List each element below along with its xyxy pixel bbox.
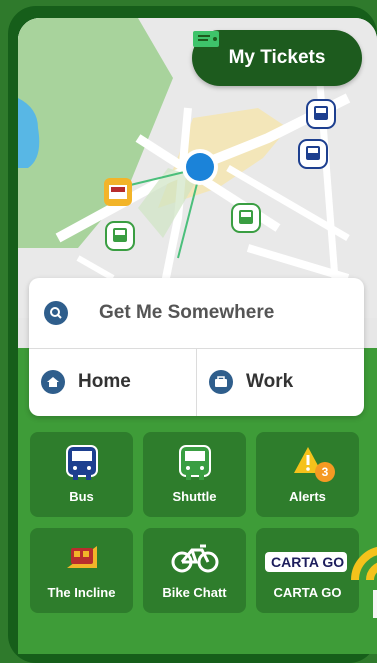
incline-icon [66, 546, 97, 568]
current-location-marker [182, 149, 218, 185]
shuttle-stop-marker[interactable] [230, 202, 262, 234]
bike-chatt-tile[interactable]: Bike Chatt [143, 528, 246, 613]
carta-go-tile-label: CARTA GO [273, 585, 342, 600]
search-icon [44, 301, 68, 325]
work-label: Work [246, 371, 294, 392]
shuttle-tile[interactable]: Shuttle [143, 432, 246, 517]
alerts-tile-label: Alerts [289, 489, 326, 504]
alerts-count-badge: 3 [315, 462, 335, 482]
my-tickets-button[interactable]: My Tickets [192, 30, 362, 86]
get-me-somewhere-button[interactable]: Get Me Somewhere [29, 278, 364, 349]
bus-icon [65, 445, 98, 480]
shuttle-tile-label: Shuttle [172, 489, 217, 504]
home-label: Home [78, 371, 131, 392]
bus-stop-marker[interactable] [305, 98, 337, 130]
alerts-tile[interactable]: 3 Alerts [256, 432, 359, 517]
home-shortcut-button[interactable]: Home [29, 348, 197, 416]
shuttle-icon [178, 445, 211, 480]
work-shortcut-button[interactable]: Work [197, 348, 364, 416]
briefcase-icon [209, 370, 233, 394]
get-me-somewhere-label: Get Me Somewhere [99, 302, 275, 323]
trip-planner-card: Get Me Somewhere Home Work [29, 278, 364, 416]
wifi-icon [351, 547, 377, 618]
bike-chatt-tile-label: Bike Chatt [162, 585, 227, 600]
incline-tile-label: The Incline [47, 585, 116, 600]
svg-text:CARTA GO: CARTA GO [271, 554, 344, 570]
app-screen: My Tickets Get Me Somewhere Home Work Bu… [18, 18, 377, 654]
carta-go-tile[interactable]: CARTA GO CARTA GO [256, 528, 359, 613]
bus-tile[interactable]: Bus [30, 432, 133, 517]
bike-icon [171, 544, 218, 573]
my-tickets-label: My Tickets [228, 47, 326, 68]
shuttle-stop-marker[interactable] [104, 220, 136, 252]
map-view[interactable]: My Tickets [18, 18, 377, 318]
carta-go-logo: CARTA GO [265, 552, 347, 572]
home-icon [41, 370, 65, 394]
bus-stop-marker[interactable] [297, 138, 329, 170]
ticket-icon [193, 31, 219, 47]
bus-tile-label: Bus [69, 489, 94, 504]
incline-tile[interactable]: The Incline [30, 528, 133, 613]
incline-marker[interactable] [102, 176, 134, 208]
